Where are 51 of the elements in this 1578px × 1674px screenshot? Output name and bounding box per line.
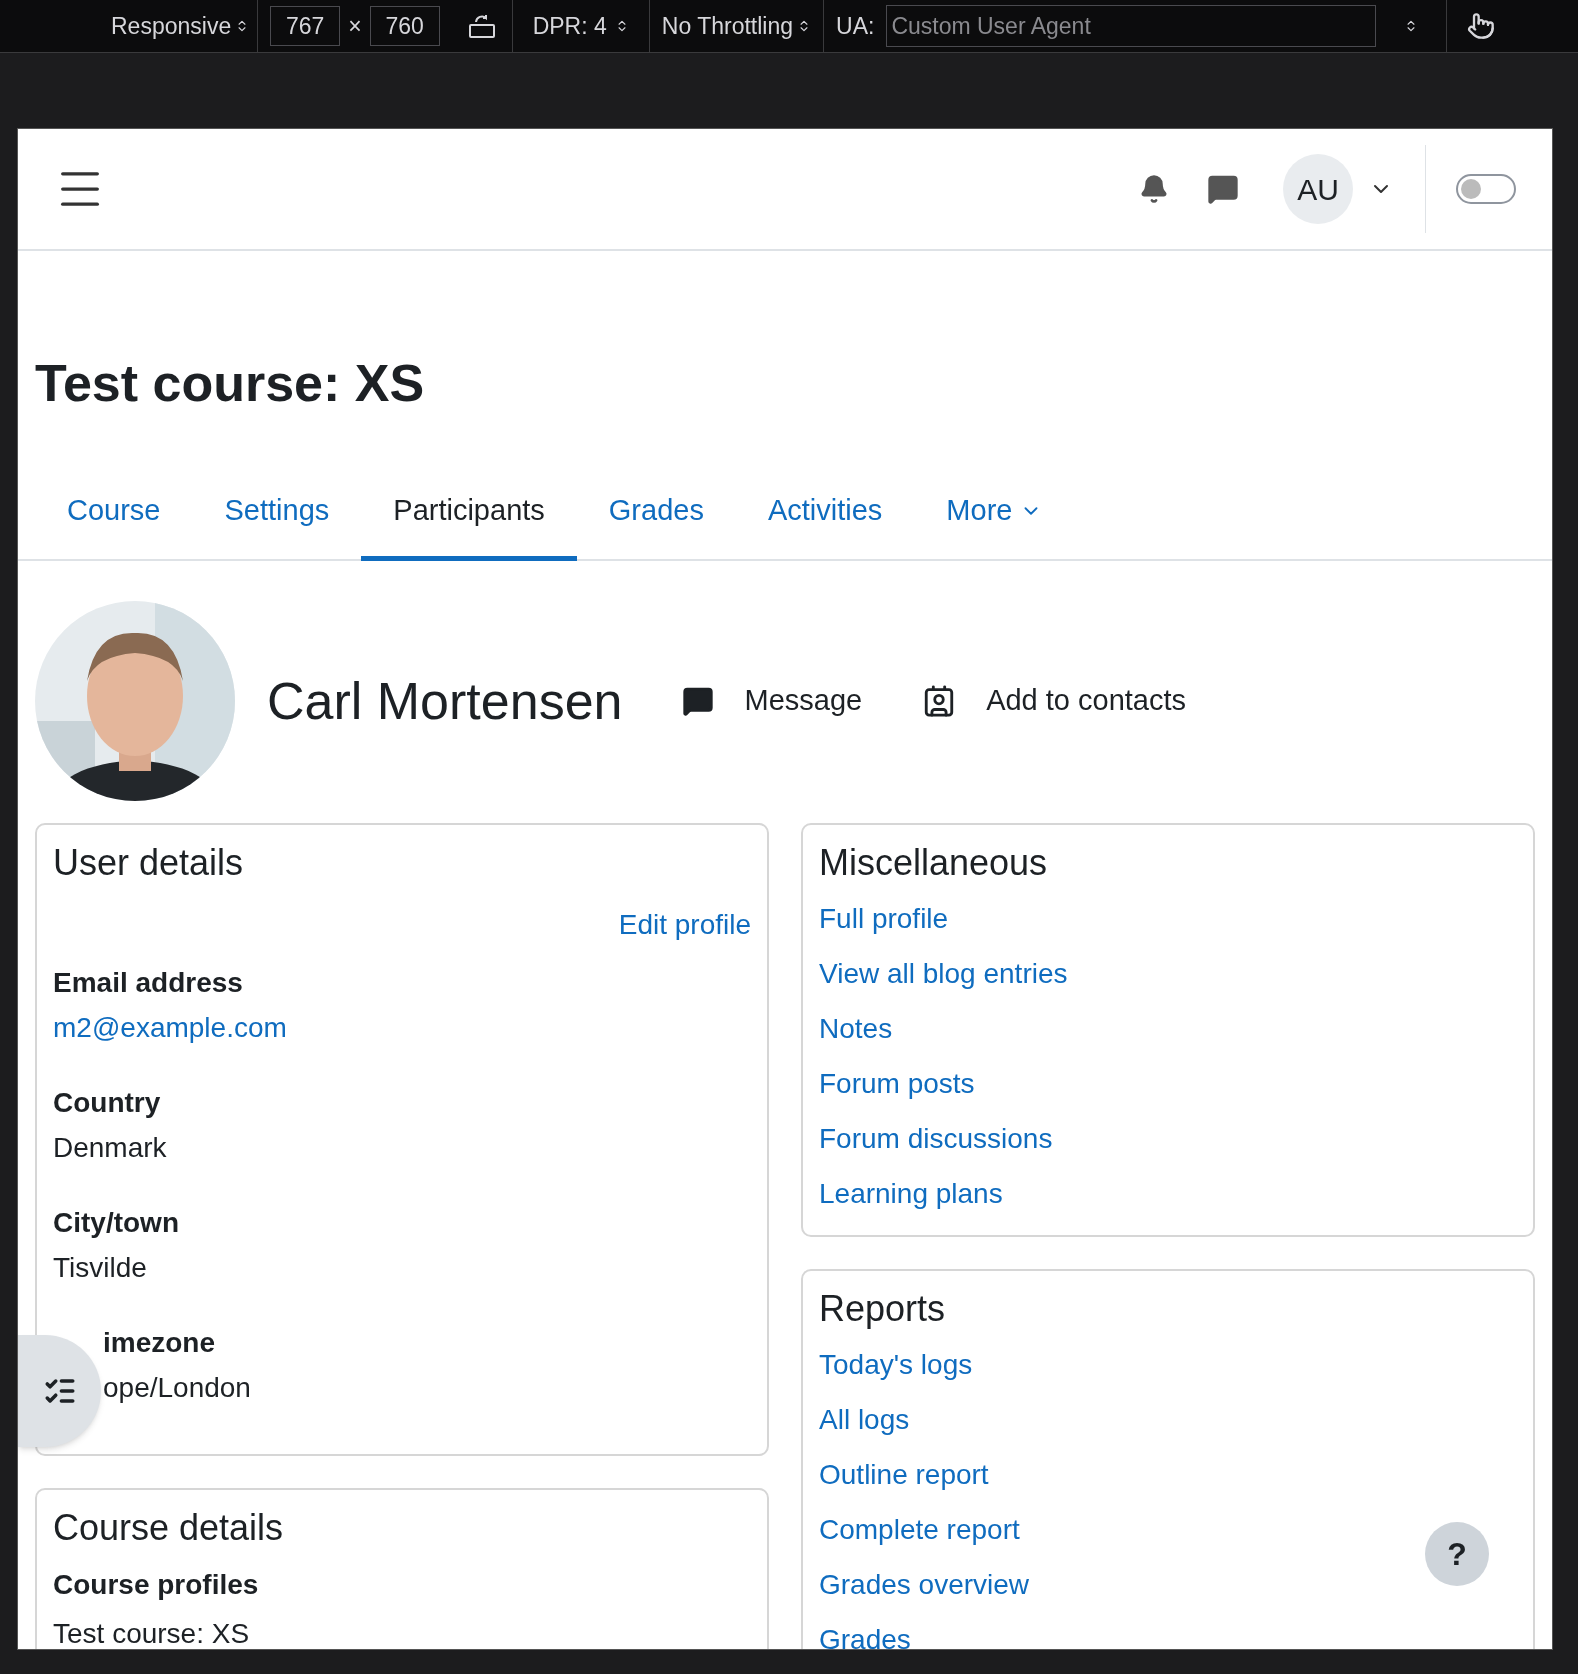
card-title: Course details	[53, 1506, 285, 1550]
report-link[interactable]: All logs	[819, 1392, 910, 1447]
report-link[interactable]: Grades overview	[819, 1557, 1030, 1612]
edit-mode-switch[interactable]	[1456, 174, 1516, 204]
nav-tab[interactable]: Activities	[735, 465, 915, 561]
chat-icon	[682, 685, 715, 717]
width-field[interactable]: 767	[270, 6, 341, 46]
profile-link[interactable]: View all blog entries	[819, 946, 1068, 1001]
user-avatar[interactable]: AU	[1283, 154, 1353, 224]
user-name: Carl Mortensen	[267, 671, 623, 732]
action-link[interactable]: Message	[682, 679, 863, 723]
touch-icon[interactable]	[1467, 12, 1496, 40]
card-title: User details	[53, 841, 245, 885]
device-select[interactable]: Responsive	[103, 8, 258, 44]
field-label: Course profiles	[53, 1568, 260, 1602]
field-label: City/town	[53, 1206, 179, 1240]
page-title: Test course: XS	[35, 353, 426, 414]
profile-link[interactable]: Forum discussions	[819, 1111, 1053, 1166]
nav-tab[interactable]: Participants	[361, 465, 577, 561]
times-sign: ×	[348, 11, 362, 41]
report-link[interactable]: Outline report	[819, 1447, 989, 1502]
action-link[interactable]: Add to contacts	[922, 679, 1187, 723]
profile-link[interactable]: Full profile	[819, 891, 949, 946]
field-label: Email address	[53, 966, 243, 1000]
chat-icon[interactable]	[1207, 173, 1239, 205]
nav-tab[interactable]: Grades	[576, 465, 736, 561]
report-link[interactable]: Today's logs	[819, 1337, 973, 1392]
field-value: Denmark	[53, 1131, 167, 1165]
field-value: Tisvilde	[53, 1251, 147, 1285]
field-label: imezone	[103, 1326, 216, 1360]
report-link[interactable]: Grades	[819, 1612, 911, 1649]
throttling-select[interactable]: No Throttling	[649, 8, 824, 44]
card-title: Reports	[819, 1287, 947, 1331]
profile-link[interactable]: Notes	[819, 1001, 893, 1056]
report-link[interactable]: Complete report	[819, 1502, 1020, 1557]
height-field[interactable]: 760	[369, 6, 440, 46]
nav-tab[interactable]: Course	[35, 465, 193, 561]
card-title: Miscellaneous	[819, 841, 1049, 885]
nav-tab[interactable]: More	[914, 465, 1075, 561]
user-agent-field[interactable]: Custom User Agent	[886, 5, 1377, 47]
email-link[interactable]: m2@example.com	[53, 1005, 287, 1050]
nav-tab[interactable]: Settings	[192, 465, 362, 561]
dpr-select[interactable]: DPR: 4	[512, 8, 649, 44]
field-label: Country	[53, 1086, 161, 1120]
field-value: ope/London	[103, 1371, 251, 1405]
ua-label: UA:	[835, 11, 876, 41]
profile-link[interactable]: Learning plans	[819, 1166, 1003, 1221]
bell-icon[interactable]	[1139, 174, 1169, 204]
edit-profile-link[interactable]: Edit profile	[618, 897, 751, 952]
profile-link[interactable]: Forum posts	[819, 1056, 975, 1111]
field-value: Test course: XS	[53, 1617, 251, 1649]
